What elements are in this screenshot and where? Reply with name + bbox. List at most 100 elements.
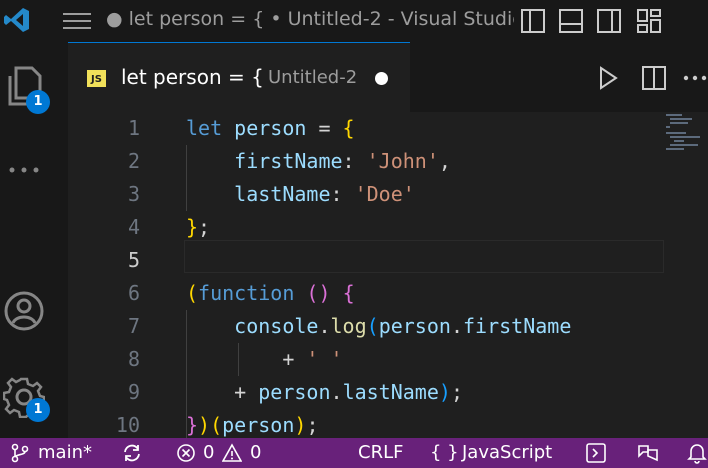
line-number: 10 xyxy=(115,413,140,437)
terminal-icon[interactable] xyxy=(585,442,607,464)
line-number: 8 xyxy=(127,347,140,371)
variable-token: person xyxy=(258,380,331,404)
code-line: 1 let person = { xyxy=(68,112,708,145)
line-number: 3 xyxy=(127,182,140,206)
tab-untitled-2[interactable]: JS let person = { Untitled-2 xyxy=(68,42,410,112)
line-number: 7 xyxy=(127,314,140,338)
split-editor-icon[interactable] xyxy=(640,64,668,92)
code-text: firstName: 'John', xyxy=(186,145,451,178)
code-line: 3 lastName: 'Doe' xyxy=(68,178,708,211)
code-text: })(person); xyxy=(186,409,318,438)
customize-layout-icon[interactable] xyxy=(636,8,662,34)
bracket-token: { xyxy=(342,281,355,305)
more-actions-icon[interactable] xyxy=(682,64,708,92)
code-text: (function () { xyxy=(186,277,355,310)
line-number: 4 xyxy=(127,215,140,239)
live-share-icon[interactable] xyxy=(636,442,660,464)
status-bar: main* 0 0 CRLF { } JavaScript xyxy=(0,438,708,468)
unsaved-dot-icon[interactable] xyxy=(375,72,388,85)
warning-icon[interactable] xyxy=(222,443,242,463)
punctuation-token: ; xyxy=(306,413,319,437)
code-text: lastName: 'Doe' xyxy=(186,178,415,211)
string-token: 'Doe' xyxy=(354,182,415,206)
code-text: let person = { xyxy=(186,112,355,145)
bracket-token: } xyxy=(186,215,199,239)
tab-description: Untitled-2 xyxy=(268,67,358,88)
property-token: firstName xyxy=(234,149,343,173)
menu-icon[interactable] xyxy=(62,10,92,32)
minimap-line xyxy=(670,136,700,138)
error-icon[interactable] xyxy=(176,443,196,463)
code-line: 9 + person.lastName); xyxy=(68,376,708,409)
line-number: 2 xyxy=(127,149,140,173)
punctuation-token: ; xyxy=(450,380,463,404)
minimap-line xyxy=(666,132,686,134)
error-count[interactable]: 0 xyxy=(203,438,214,468)
more-views-icon[interactable] xyxy=(6,164,42,176)
code-line: 10 })(person); xyxy=(68,409,708,438)
editor-tab-bar: JS let person = { Untitled-2 xyxy=(68,42,708,112)
punctuation-token: = xyxy=(306,116,343,140)
bracket-token: () xyxy=(306,281,331,305)
minimap-line xyxy=(666,114,682,116)
title-bar: ● let person = { • Untitled-2 - Visual S… xyxy=(0,0,708,42)
accounts-icon[interactable] xyxy=(3,290,45,332)
punctuation-token: ; xyxy=(198,215,211,239)
line-number: 5 xyxy=(127,248,140,272)
code-editor[interactable]: 1 let person = { 2 firstName: 'John', 3 … xyxy=(68,112,708,438)
line-number: 1 xyxy=(127,116,140,140)
line-number: 9 xyxy=(127,380,140,404)
toggle-primary-sidebar-icon[interactable] xyxy=(520,8,546,34)
language-mode[interactable]: JavaScript xyxy=(462,438,552,468)
punctuation-token: : xyxy=(342,149,367,173)
code-line: 7 console.log(person.firstName xyxy=(68,310,708,343)
end-of-line-sequence[interactable]: CRLF xyxy=(358,438,403,468)
bracket-token: { xyxy=(342,116,355,140)
run-code-icon[interactable] xyxy=(594,64,622,92)
string-token: ' ' xyxy=(306,347,343,371)
code-line: 8 + ' ' xyxy=(68,343,708,376)
keyword-token: let xyxy=(186,116,223,140)
punctuation-token: . xyxy=(450,314,463,338)
manage-badge: 1 xyxy=(26,398,50,422)
bracket-token: ( xyxy=(366,314,379,338)
keyword-token: function xyxy=(198,281,295,305)
tab-title: let person = { xyxy=(121,65,264,89)
branch-name[interactable]: main* xyxy=(38,438,92,468)
string-token: 'John' xyxy=(366,149,439,173)
punctuation-token: , xyxy=(438,149,451,173)
bracket-token: ( xyxy=(210,413,223,437)
toggle-secondary-sidebar-icon[interactable] xyxy=(596,8,622,34)
bracket-token: ) xyxy=(198,413,211,437)
operator-token: + xyxy=(282,347,307,371)
minimap-line xyxy=(670,118,692,120)
variable-token: person xyxy=(234,116,307,140)
code-text: }; xyxy=(186,211,210,244)
minimap-line xyxy=(670,122,688,124)
function-token: log xyxy=(330,314,367,338)
line-number: 6 xyxy=(127,281,140,305)
warning-count[interactable]: 0 xyxy=(250,438,261,468)
explorer-badge: 1 xyxy=(26,90,50,114)
variable-token: person xyxy=(222,413,295,437)
property-token: lastName xyxy=(342,380,439,404)
punctuation-token: . xyxy=(318,314,331,338)
minimap-line xyxy=(666,126,670,128)
property-token: lastName xyxy=(234,182,331,206)
source-control-branch-icon[interactable] xyxy=(10,443,30,463)
minimap-line xyxy=(674,140,684,142)
vscode-logo-icon xyxy=(4,8,29,32)
language-braces-icon[interactable]: { } xyxy=(430,438,459,468)
code-line: 6 (function () { xyxy=(68,277,708,310)
sync-icon[interactable] xyxy=(122,443,142,463)
notifications-bell-icon[interactable] xyxy=(686,442,708,464)
minimap[interactable] xyxy=(664,112,708,438)
punctuation-token: : xyxy=(330,182,355,206)
bracket-token: ) xyxy=(294,413,307,437)
window-title: ● let person = { • Untitled-2 - Visual S… xyxy=(106,8,514,30)
bracket-token: ( xyxy=(186,281,199,305)
bracket-token: } xyxy=(186,413,199,437)
toggle-panel-icon[interactable] xyxy=(558,8,584,34)
bracket-token: ) xyxy=(438,380,451,404)
minimap-line xyxy=(666,148,684,150)
